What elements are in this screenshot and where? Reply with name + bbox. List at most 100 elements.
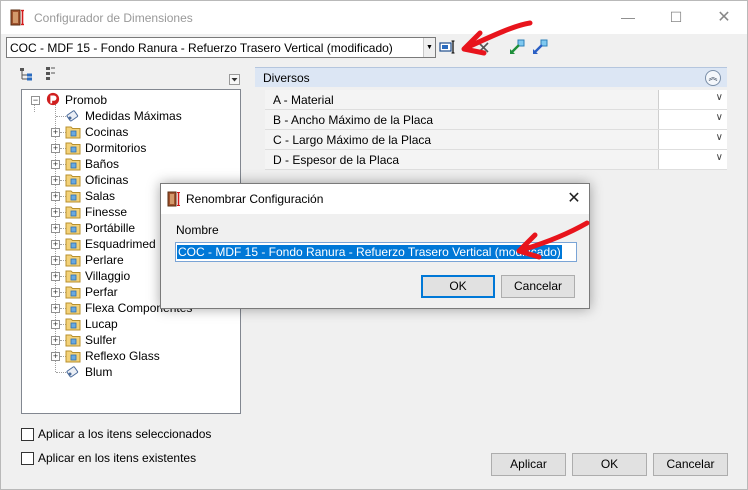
tree-item-label: Cocinas: [85, 125, 129, 139]
tree-item[interactable]: + Dormitorios: [22, 140, 237, 156]
property-value-select[interactable]: ∨: [658, 150, 727, 169]
configuration-select[interactable]: COC - MDF 15 - Fondo Ranura - Refuerzo T…: [6, 37, 436, 58]
chevron-down-icon[interactable]: ∨: [716, 152, 723, 163]
property-value-select[interactable]: ∨: [658, 90, 727, 109]
dialog-title: Renombrar Configuración: [186, 192, 324, 206]
tree-item[interactable]: + Lucap: [22, 316, 237, 332]
ok-button[interactable]: OK: [572, 453, 647, 476]
tree-item[interactable]: + Cocinas: [22, 124, 237, 140]
export-icon[interactable]: [531, 38, 549, 56]
property-row[interactable]: B - Ancho Máximo de la Placa ∨: [265, 110, 727, 130]
folder-icon: [65, 317, 81, 331]
maximize-button[interactable]: ☐: [653, 1, 699, 34]
chevron-down-icon[interactable]: ▼: [423, 38, 435, 57]
delete-icon[interactable]: [475, 38, 493, 56]
tree-item-label: Perfar: [85, 285, 118, 299]
dialog-title-bar: Renombrar Configuración ✕: [161, 184, 589, 214]
property-label: B - Ancho Máximo de la Placa: [273, 113, 434, 127]
chevron-down-icon[interactable]: ∨: [716, 132, 723, 143]
chevron-up-icon[interactable]: ︽: [705, 70, 721, 86]
window-title: Configurador de Dimensiones: [34, 11, 193, 25]
tree-item-label: Sulfer: [85, 333, 117, 347]
dialog-cancel-button[interactable]: Cancelar: [501, 275, 575, 298]
property-row[interactable]: A - Material ∨: [265, 90, 727, 110]
expand-icon[interactable]: +: [51, 256, 60, 265]
expand-icon[interactable]: +: [51, 128, 60, 137]
tree-item[interactable]: + Baños: [22, 156, 237, 172]
tree-item-label: Oficinas: [85, 173, 129, 187]
configurador-window: Configurador de Dimensiones — ☐ ✕ COC - …: [0, 0, 748, 490]
tree-item[interactable]: Medidas Máximas: [22, 108, 237, 124]
folder-icon: [65, 301, 81, 315]
name-label: Nombre: [176, 223, 219, 237]
apply-existing-label: Aplicar en los itens existentes: [38, 451, 197, 465]
expand-icon[interactable]: +: [51, 352, 60, 361]
tree-item[interactable]: Blum: [22, 364, 237, 380]
expand-icon[interactable]: +: [51, 336, 60, 345]
configuration-select-value: COC - MDF 15 - Fondo Ranura - Refuerzo T…: [10, 41, 393, 55]
close-button[interactable]: ✕: [701, 1, 747, 34]
tree-item-label: Portábille: [85, 221, 136, 235]
property-row[interactable]: D - Espesor de la Placa ∨: [265, 150, 727, 170]
folder-icon: [65, 173, 81, 187]
tree-item-label: Perlare: [85, 253, 124, 267]
expand-icon[interactable]: +: [51, 272, 60, 281]
tree-item-label: Villaggio: [85, 269, 131, 283]
rename-icon[interactable]: [439, 38, 457, 56]
expand-icon[interactable]: +: [51, 304, 60, 313]
chevron-down-icon[interactable]: ∨: [716, 112, 723, 123]
property-label: D - Espesor de la Placa: [273, 153, 400, 167]
tree-item-label: Promob: [65, 93, 108, 107]
property-value-select[interactable]: ∨: [658, 110, 727, 129]
tree-item[interactable]: + Reflexo Glass: [22, 348, 237, 364]
property-label: C - Largo Máximo de la Placa: [273, 133, 432, 147]
group-header-diversos[interactable]: Diversos ︽: [255, 67, 727, 87]
tree-item-label: Finesse: [85, 205, 128, 219]
apply-existing-checkbox[interactable]: [21, 452, 34, 465]
dialog-close-button[interactable]: ✕: [559, 184, 589, 214]
collapse-icon[interactable]: −: [31, 96, 40, 105]
name-input-value: COC - MDF 15 - Fondo Ranura - Refuerzo T…: [177, 245, 562, 259]
dialog-ok-button[interactable]: OK: [421, 275, 495, 298]
expand-icon[interactable]: +: [51, 224, 60, 233]
apply-selected-checkbox[interactable]: [21, 428, 34, 441]
folder-icon: [65, 253, 81, 267]
tree-menu-icon[interactable]: [229, 74, 240, 85]
cancel-button[interactable]: Cancelar: [653, 453, 728, 476]
expand-icon[interactable]: +: [51, 208, 60, 217]
tag-icon: [65, 109, 81, 123]
tag-icon: [65, 365, 81, 379]
expand-icon[interactable]: +: [51, 160, 60, 169]
tree-item-label: Lucap: [85, 317, 118, 331]
property-value-select[interactable]: ∨: [658, 130, 727, 149]
tree-collapse-icon[interactable]: [43, 67, 57, 81]
expand-icon[interactable]: +: [51, 176, 60, 185]
chevron-down-icon[interactable]: ∨: [716, 92, 723, 103]
property-label: A - Material: [273, 93, 334, 107]
property-row[interactable]: C - Largo Máximo de la Placa ∨: [265, 130, 727, 150]
tree-expand-icon[interactable]: [19, 67, 33, 81]
apply-button[interactable]: Aplicar: [491, 453, 566, 476]
expand-icon[interactable]: +: [51, 320, 60, 329]
import-icon[interactable]: [508, 38, 526, 56]
expand-icon[interactable]: +: [51, 288, 60, 297]
folder-icon: [65, 189, 81, 203]
tree-item-label: Blum: [85, 365, 113, 379]
name-input[interactable]: COC - MDF 15 - Fondo Ranura - Refuerzo T…: [175, 242, 577, 262]
group-header-label: Diversos: [263, 71, 310, 85]
expand-icon[interactable]: +: [51, 240, 60, 249]
title-bar: Configurador de Dimensiones — ☐ ✕: [1, 1, 747, 34]
minimize-button[interactable]: —: [605, 1, 651, 34]
folder-icon: [65, 205, 81, 219]
folder-icon: [65, 125, 81, 139]
expand-icon[interactable]: +: [51, 144, 60, 153]
expand-icon[interactable]: +: [51, 192, 60, 201]
folder-icon: [65, 237, 81, 251]
folder-icon: [65, 141, 81, 155]
tree-item-label: Dormitorios: [85, 141, 147, 155]
folder-icon: [65, 333, 81, 347]
tree-item-label: Esquadrimed: [85, 237, 156, 251]
tree-item[interactable]: + Sulfer: [22, 332, 237, 348]
rename-dialog: Renombrar Configuración ✕ Nombre COC - M…: [160, 183, 590, 309]
tree-root-promob[interactable]: − Promob: [28, 92, 228, 108]
